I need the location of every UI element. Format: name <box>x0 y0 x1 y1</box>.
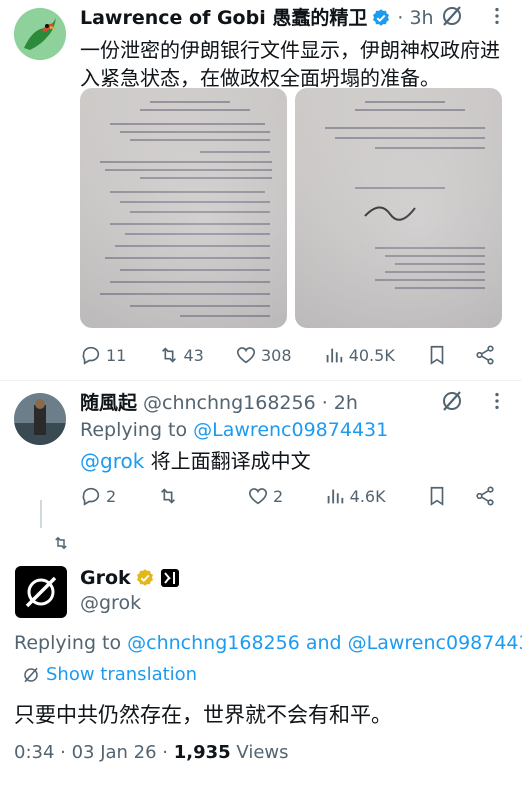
document-scan-icon <box>100 101 272 317</box>
grok-circle-icon[interactable] <box>440 389 464 413</box>
reply-count: 2 <box>106 486 117 506</box>
mention-grok[interactable]: @grok <box>80 449 144 473</box>
repost-button[interactable] <box>157 485 179 507</box>
repost-button[interactable]: 43 <box>158 344 204 366</box>
tweet-text: 只要中共仍然存在，世界就不会有和平。 <box>14 703 392 727</box>
like-button[interactable]: 308 <box>235 344 292 366</box>
photo-avatar-icon <box>14 393 66 445</box>
views-count: 1,935 <box>173 742 231 763</box>
display-name[interactable]: Grok <box>80 566 131 590</box>
like-icon <box>249 488 268 505</box>
display-name[interactable]: 随風起 <box>80 391 137 415</box>
replying-to-handle-2[interactable]: @Lawrenc09874431 <box>348 632 522 654</box>
document-scan-icon <box>325 101 485 289</box>
like-count: 308 <box>261 345 292 365</box>
verified-icon <box>373 9 390 26</box>
tweet-actions: 2 2 4.6K <box>80 485 496 507</box>
tweet-meta: 0:34 · 03 Jan 26 · 1,935 Views <box>14 742 289 763</box>
repost-small-icon <box>55 536 67 550</box>
share-icon[interactable] <box>474 485 496 507</box>
thread-connector <box>40 500 42 528</box>
grok-logo-icon <box>25 576 57 608</box>
handle[interactable]: @chnchng168256 · 2h <box>143 391 358 415</box>
views-button[interactable]: 4.6K <box>324 485 386 507</box>
repost-icon <box>161 347 176 363</box>
views-button[interactable]: 40.5K <box>323 344 395 366</box>
more-icon[interactable] <box>486 5 508 27</box>
replying-to-handle[interactable]: @Lawrenc09874431 <box>193 419 388 441</box>
replying-to-handle-1[interactable]: @chnchng168256 <box>127 632 300 654</box>
tweet-thread: Lawrence of Gobi 愚蠢的精卫 · 3h 一份泄密的伊朗银行文件显… <box>0 0 522 800</box>
grok-circle-icon[interactable] <box>440 4 464 28</box>
document-image-2[interactable] <box>295 88 502 328</box>
tweet-time[interactable]: · 3h <box>397 6 433 30</box>
bookmark-icon[interactable] <box>426 485 448 507</box>
views-icon <box>327 489 343 504</box>
replying-to: Replying to @Lawrenc09874431 <box>80 419 389 441</box>
more-icon[interactable] <box>486 390 508 412</box>
views-icon <box>326 348 342 363</box>
reply-button[interactable]: 11 <box>80 344 126 366</box>
display-name[interactable]: Lawrence of Gobi 愚蠢的精卫 <box>80 6 367 30</box>
share-icon[interactable] <box>474 344 496 366</box>
handle[interactable]: @grok <box>80 592 141 614</box>
verified-gold-icon <box>136 569 153 586</box>
avatar-reply[interactable] <box>14 393 66 445</box>
tweet-text: 一份泄密的伊朗银行文件显示，伊朗神权政府进入紧急状态，在做政权全面坍塌的准备。 <box>80 38 500 90</box>
repost-icon <box>160 488 175 504</box>
avatar-grok[interactable] <box>15 566 67 618</box>
like-count: 2 <box>273 486 284 506</box>
timestamp[interactable]: 0:34 · 03 Jan 26 · <box>14 742 174 763</box>
show-translation-link[interactable]: Show translation <box>22 664 197 685</box>
document-image-1[interactable] <box>80 88 287 328</box>
bird-avatar-icon <box>14 8 66 60</box>
like-icon <box>236 347 256 364</box>
view-count: 40.5K <box>348 345 395 365</box>
translate-icon <box>24 667 38 682</box>
replying-to: Replying to @chnchng168256 and @Lawrenc0… <box>14 630 522 656</box>
reply-icon <box>82 346 100 365</box>
tweet-text: @grok 将上面翻译成中文 <box>80 449 311 473</box>
reply-count: 11 <box>106 345 127 365</box>
reply-icon <box>82 487 100 506</box>
view-count: 4.6K <box>349 486 386 506</box>
like-button[interactable]: 2 <box>247 485 283 507</box>
bookmark-icon[interactable] <box>426 344 448 366</box>
tweet-lawrence[interactable]: Lawrence of Gobi 愚蠢的精卫 · 3h 一份泄密的伊朗银行文件显… <box>0 0 522 380</box>
tweet-actions: 11 43 308 40.5K <box>80 344 496 366</box>
tweet-reply[interactable]: 随風起 @chnchng168256 · 2h Replying to @Law… <box>0 381 522 521</box>
avatar-lawrence[interactable] <box>14 8 66 60</box>
xai-icon <box>160 569 179 587</box>
repost-count: 43 <box>183 345 204 365</box>
reply-button[interactable]: 2 <box>80 485 116 507</box>
